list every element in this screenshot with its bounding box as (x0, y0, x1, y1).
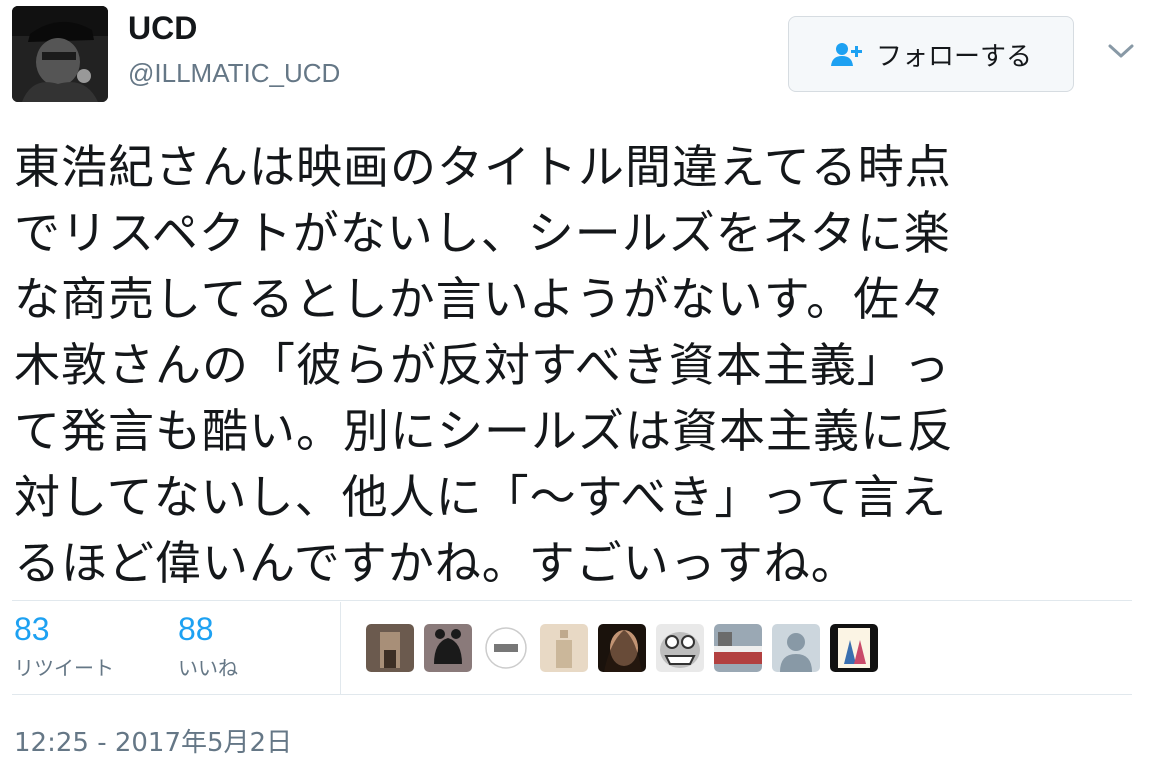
user-name[interactable]: UCD (128, 10, 197, 47)
liker-avatar[interactable] (540, 624, 588, 672)
chevron-down-icon[interactable] (1106, 40, 1136, 62)
liker-avatars (366, 624, 878, 672)
liker-avatar[interactable] (714, 624, 762, 672)
liker-avatar[interactable] (656, 624, 704, 672)
user-handle[interactable]: @ILLMATIC_UCD (128, 58, 340, 89)
like-count: 88 (178, 611, 214, 647)
like-label: いいね (178, 656, 238, 680)
like-stat[interactable]: 88 いいね (178, 610, 238, 681)
tweet-text: 東浩紀さんは映画のタイトル間違えてる時点 でリスペクトがないし、シールズをネタに… (14, 140, 954, 590)
user-avatar[interactable] (12, 6, 108, 102)
liker-avatar[interactable] (772, 624, 820, 672)
retweet-stat[interactable]: 83 リツイート (14, 610, 114, 681)
follow-button-label: フォローする (875, 41, 1032, 72)
retweet-label: リツイート (14, 656, 114, 680)
liker-avatar[interactable] (830, 624, 878, 672)
liker-avatar[interactable] (482, 624, 530, 672)
follow-button[interactable]: フォローする (788, 16, 1074, 92)
divider-bottom (12, 694, 1132, 695)
tweet-timestamp[interactable]: 12:25 - 2017年5月2日 (14, 722, 292, 759)
liker-avatar[interactable] (424, 624, 472, 672)
liker-avatar[interactable] (366, 624, 414, 672)
avatar-photo (12, 6, 108, 102)
divider-top (12, 600, 1132, 601)
stats-divider (340, 602, 341, 694)
retweet-count: 83 (14, 611, 50, 647)
person-plus-icon (830, 43, 862, 66)
liker-avatar[interactable] (598, 624, 646, 672)
